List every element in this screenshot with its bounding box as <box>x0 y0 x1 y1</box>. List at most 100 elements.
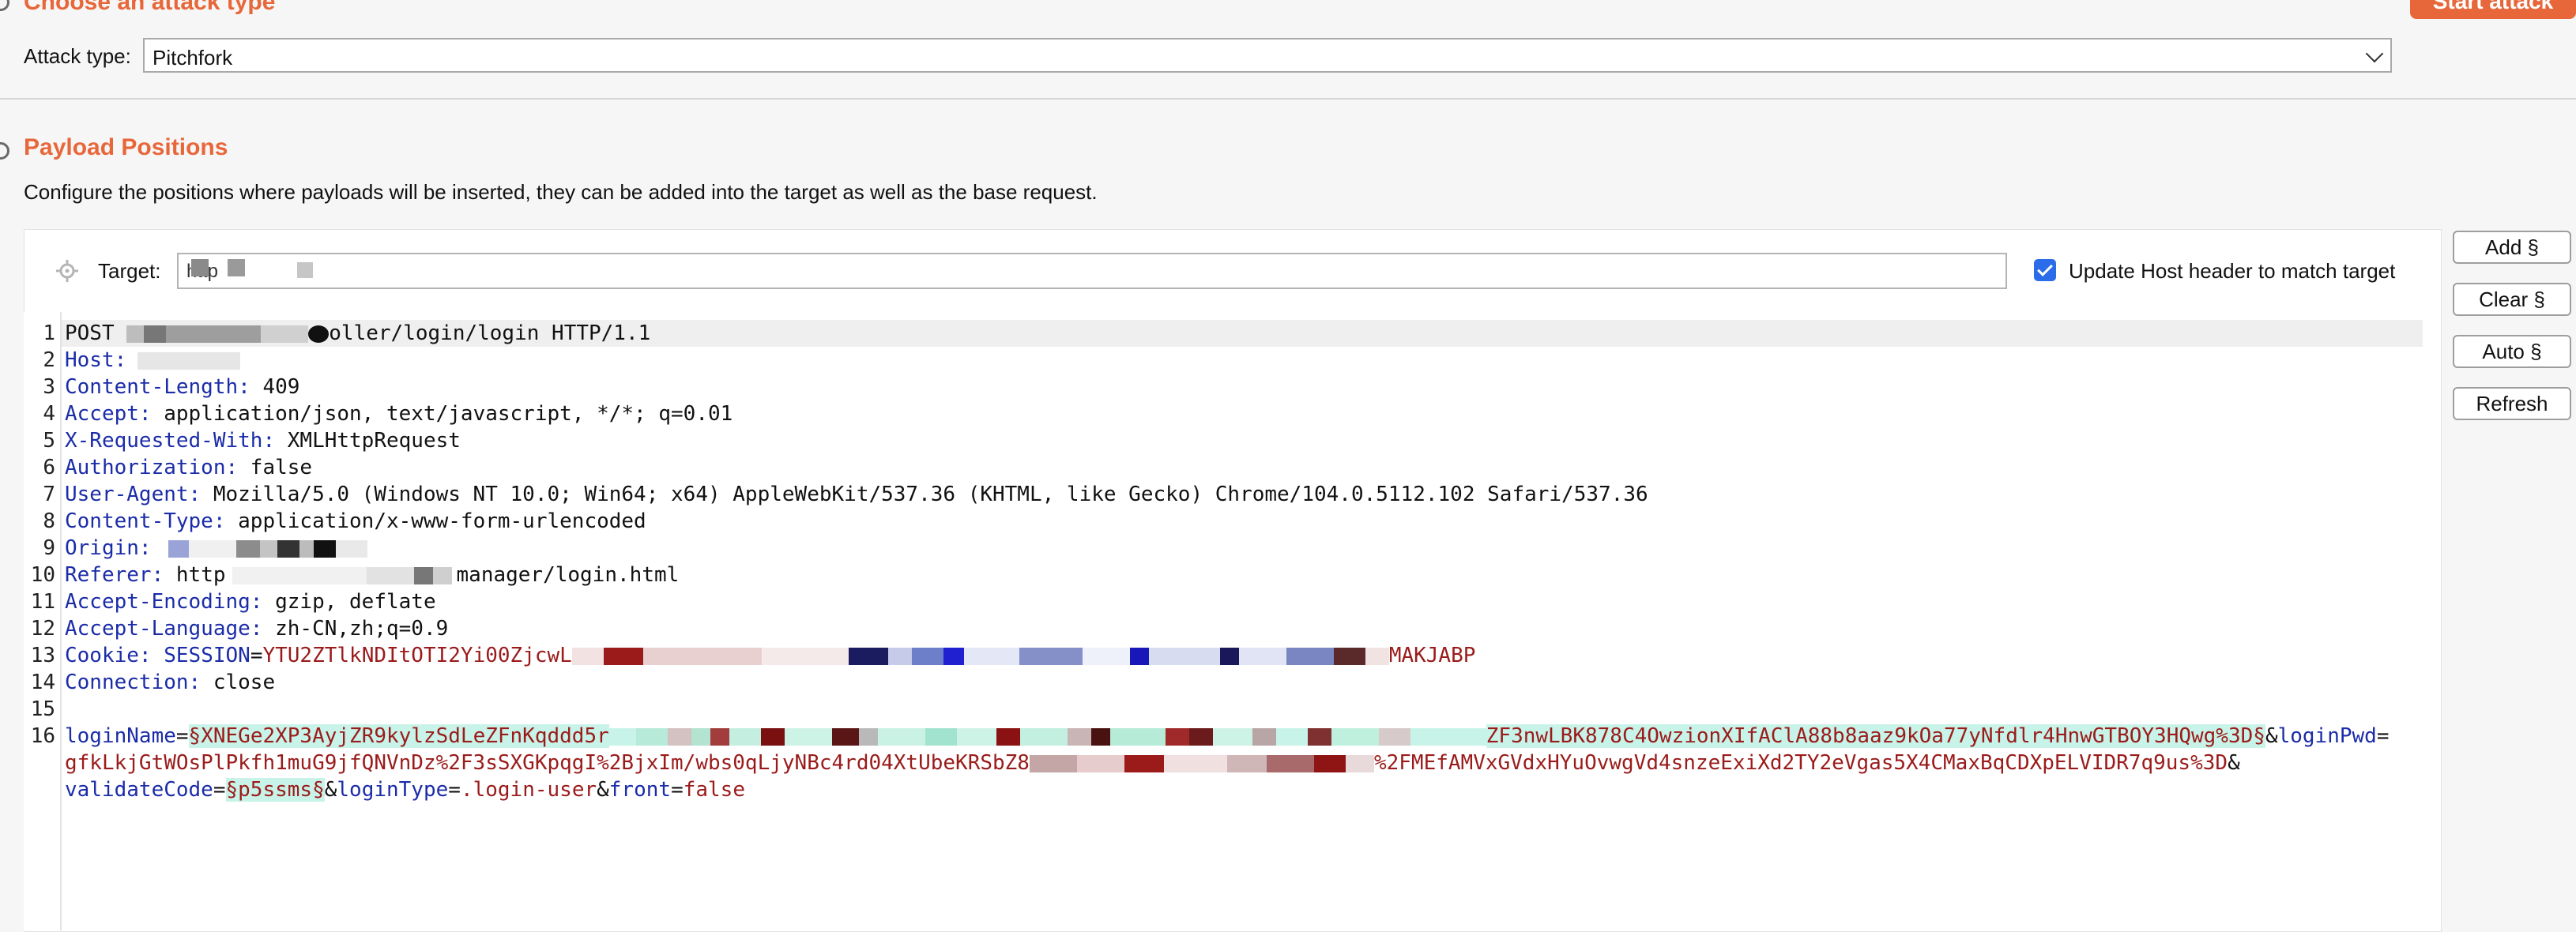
redacted-block <box>1275 727 1308 746</box>
redacted-block <box>168 539 190 558</box>
header-name: Accept: <box>65 402 152 426</box>
param-name: loginName <box>65 724 176 748</box>
redacted-block <box>236 539 261 558</box>
redacted-block <box>667 727 691 746</box>
redacted-block <box>603 647 643 665</box>
redacted-block <box>1188 727 1213 746</box>
redacted-block <box>1410 727 1466 746</box>
redacted-block <box>1165 727 1189 746</box>
payload-marker-value-tail[interactable]: ZF3nwLBK878C4OwzionXIfAClA88b8aaz9kOa77y… <box>1486 724 2265 748</box>
redacted-block <box>126 325 145 343</box>
redacted-block <box>887 647 912 665</box>
payload-marker-value[interactable]: §XNEGe2XP3AyjZR9kylzSdLeZFnKqddd5r <box>188 724 609 748</box>
header-line[interactable]: Content-Length: 409 <box>65 374 299 400</box>
redacted-block <box>1129 647 1149 665</box>
redacted-block <box>432 566 452 584</box>
redacted-block <box>1313 754 1346 772</box>
redacted-block <box>228 259 245 276</box>
redacted-block <box>336 539 368 558</box>
body-line[interactable]: loginName = §XNEGe2XP3AyjZR9kylzSdLeZFnKqd… <box>65 723 2389 750</box>
line-number: 1 <box>43 321 55 345</box>
section-collapse-dot[interactable] <box>0 0 9 11</box>
redacted-block <box>1090 727 1110 746</box>
header-line[interactable]: Origin: <box>65 535 368 562</box>
redacted-block <box>1465 727 1486 746</box>
redacted-block <box>297 262 313 278</box>
header-name: Referer: <box>65 563 164 587</box>
redacted-block <box>911 647 943 665</box>
header-value: false <box>238 456 313 479</box>
header-value-tail: manager/login.html <box>456 563 680 587</box>
param-value: gfkLkjGtWOsPlPkfh1muG9jfQNVnDz%2F3sSXGKp… <box>65 751 1030 775</box>
header-line[interactable]: Host: <box>65 347 241 374</box>
add-marker-button[interactable]: Add § <box>2453 231 2571 264</box>
line-number: 11 <box>30 590 55 614</box>
header-value: XMLHttpRequest <box>275 429 461 453</box>
redacted-block <box>308 325 330 343</box>
redacted-block <box>1226 754 1267 772</box>
header-value: Mozilla/5.0 (Windows NT 10.0; Win64; x64… <box>201 483 1648 506</box>
header-line[interactable]: Referer: http manager/login.html <box>65 562 679 588</box>
payload-marker-value[interactable]: §p5ssms§ <box>225 778 325 802</box>
param-separator: & <box>597 778 609 802</box>
header-name: Content-Length: <box>65 375 250 399</box>
target-label: Target: <box>98 259 161 283</box>
header-line[interactable]: Authorization: false <box>65 454 312 481</box>
header-line[interactable]: Accept-Language: zh-CN,zh;q=0.9 <box>65 615 448 642</box>
param-name: loginType <box>337 778 449 802</box>
update-host-checkbox[interactable] <box>2034 259 2056 281</box>
auto-markers-button[interactable]: Auto § <box>2453 335 2571 368</box>
redacted-block <box>760 727 785 746</box>
redacted-block <box>943 647 964 665</box>
request-line[interactable]: POST oller/login/login HTTP/1.1 <box>65 320 650 347</box>
header-name: Accept-Language: <box>65 617 263 641</box>
redacted-block <box>277 539 300 558</box>
param-separator: & <box>324 778 337 802</box>
clear-markers-button[interactable]: Clear § <box>2453 283 2571 316</box>
cookie-line[interactable]: Cookie: SESSION=YTU2ZTlkNDItOTI2Yi00Zjcw… <box>65 642 1475 669</box>
attack-type-value: Pitchfork <box>153 46 233 70</box>
header-line[interactable]: Accept: application/json, text/javascrip… <box>65 400 733 427</box>
header-value: application/x-www-form-urlencoded <box>225 509 646 533</box>
header-value: 409 <box>250 375 300 399</box>
redacted-block <box>1333 647 1365 665</box>
redacted-block <box>956 727 996 746</box>
redacted-block <box>1266 754 1314 772</box>
param-equals: = <box>2376 724 2390 748</box>
body-line-wrap[interactable]: gfkLkjGtWOsPlPkfh1muG9jfQNVnDz%2F3sSXGKp… <box>65 750 2240 776</box>
header-value: zh-CN,zh;q=0.9 <box>262 617 449 641</box>
start-attack-button[interactable]: Start attack <box>2410 0 2576 19</box>
redacted-block <box>635 727 668 746</box>
cookie-value-tail: MAKJABP <box>1388 644 1476 667</box>
update-host-label: Update Host header to match target <box>2069 259 2396 283</box>
param-equals: = <box>213 778 226 802</box>
header-line[interactable]: User-Agent: Mozilla/5.0 (Windows NT 10.0… <box>65 481 1648 508</box>
redacted-block <box>761 647 849 665</box>
header-line[interactable]: Accept-Encoding: gzip, deflate <box>65 588 436 615</box>
header-line[interactable]: Content-Type: application/x-www-form-url… <box>65 508 646 535</box>
attack-type-section-title: Choose an attack type <box>24 0 276 15</box>
param-value: false <box>683 778 745 802</box>
header-name: User-Agent: <box>65 483 201 506</box>
body-line-wrap[interactable]: validateCode=§p5ssms§&loginType=.login-u… <box>65 776 745 803</box>
chevron-down-icon <box>2365 44 2384 63</box>
param-equals: = <box>671 778 684 802</box>
redacted-block <box>189 539 237 558</box>
section-collapse-dot[interactable] <box>0 142 9 160</box>
param-separator: & <box>2228 751 2240 775</box>
target-input[interactable]: http <box>177 253 2007 289</box>
attack-type-select[interactable]: Pitchfork <box>143 38 2392 73</box>
redacted-block <box>691 727 710 746</box>
redacted-block <box>137 351 241 370</box>
attack-type-label: Attack type: <box>24 44 131 68</box>
redacted-block <box>1163 754 1227 772</box>
refresh-button[interactable]: Refresh <box>2453 387 2571 420</box>
redacted-block <box>1252 727 1276 746</box>
header-line[interactable]: Connection: close <box>65 669 275 696</box>
header-line[interactable]: X-Requested-With: XMLHttpRequest <box>65 427 461 454</box>
param-separator: & <box>2265 724 2278 748</box>
header-value: http <box>164 563 226 587</box>
redacted-block <box>877 727 925 746</box>
header-name: Accept-Encoding: <box>65 590 263 614</box>
payload-positions-description: Configure the positions where payloads w… <box>24 180 1098 204</box>
